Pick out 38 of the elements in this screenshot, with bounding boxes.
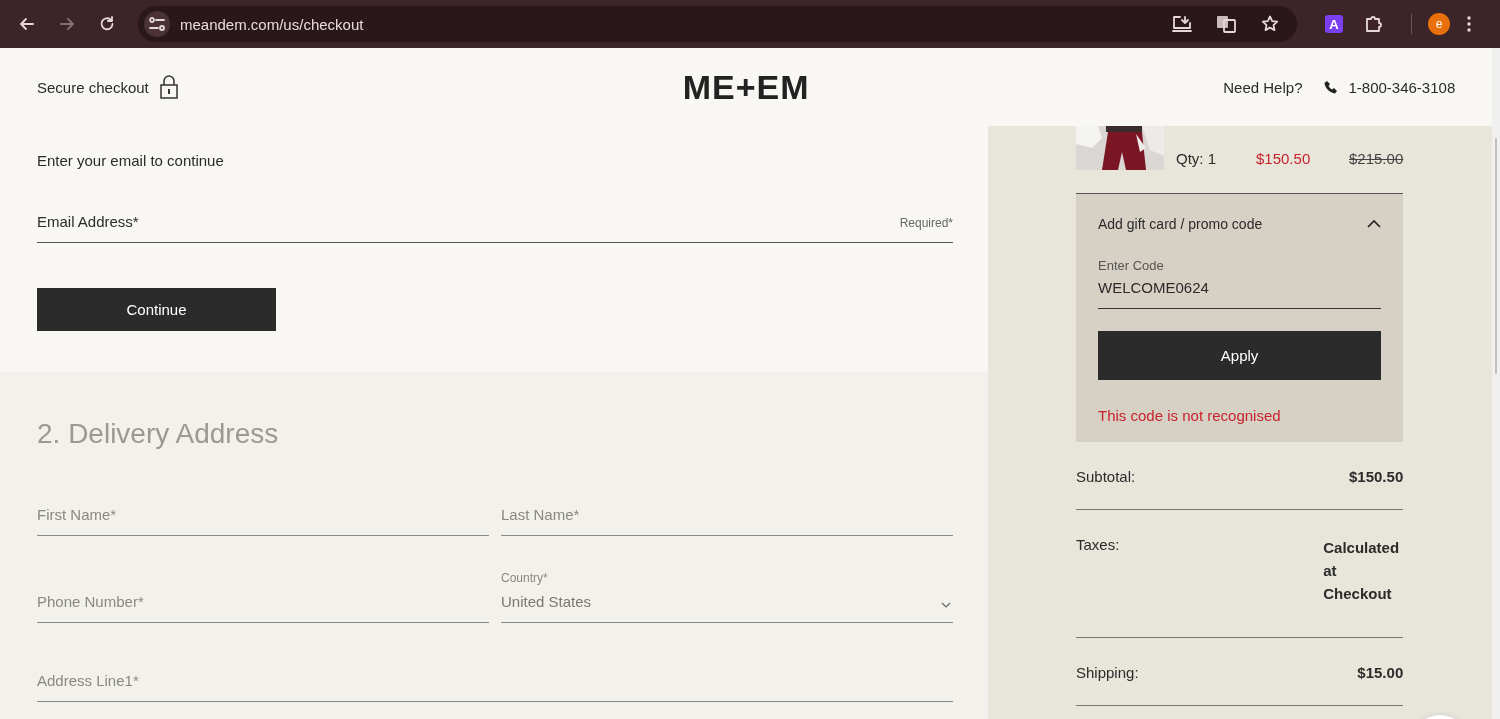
total-label: Subtotal: bbox=[1076, 468, 1136, 485]
chevron-down-icon bbox=[941, 602, 951, 608]
padlock-icon bbox=[158, 75, 179, 99]
scrollbar[interactable] bbox=[1492, 48, 1500, 719]
email-prompt: Enter your email to continue bbox=[37, 152, 225, 169]
total-label: Shipping: bbox=[1076, 664, 1139, 681]
logo[interactable]: ME+EM bbox=[682, 67, 810, 107]
total-label: Taxes: bbox=[1076, 536, 1120, 555]
total-value: $150.50 bbox=[1348, 468, 1404, 485]
install-icon[interactable] bbox=[1172, 15, 1192, 33]
continue-button[interactable]: Continue bbox=[37, 288, 276, 331]
country-dropdown[interactable]: Country* United States bbox=[501, 571, 953, 623]
site-settings-icon[interactable] bbox=[149, 17, 165, 31]
star-icon[interactable] bbox=[1261, 15, 1279, 33]
forward-icon[interactable] bbox=[58, 15, 76, 33]
reload-icon[interactable] bbox=[98, 15, 116, 33]
section-heading: 2. Delivery Address bbox=[37, 418, 280, 450]
back-icon[interactable] bbox=[18, 15, 36, 33]
email-field[interactable]: Email Address* Required* bbox=[37, 213, 953, 243]
total-value: Calculated at Checkout bbox=[1323, 538, 1401, 604]
error-message: This code is not recognised bbox=[1098, 407, 1282, 424]
apply-button[interactable]: Apply bbox=[1098, 331, 1382, 380]
menu-icon[interactable] bbox=[1466, 15, 1472, 33]
promo-toggle[interactable]: Add gift card / promo code bbox=[1098, 216, 1263, 232]
phone-number[interactable]: 1-800-346-3108 bbox=[1348, 78, 1456, 96]
original-price: $215.00 bbox=[1349, 150, 1404, 169]
phone-icon bbox=[1324, 80, 1339, 94]
help-link[interactable]: Need Help? bbox=[1223, 78, 1303, 96]
chevron-up-icon[interactable] bbox=[1367, 219, 1382, 229]
quantity-label: Qty: 1 bbox=[1176, 150, 1217, 169]
puzzle-icon[interactable] bbox=[1364, 14, 1384, 34]
extension-icon[interactable]: A bbox=[1325, 15, 1343, 33]
translate-icon[interactable] bbox=[1216, 14, 1236, 34]
total-value: $15.00 bbox=[1356, 664, 1404, 681]
sale-price: $150.50 bbox=[1256, 150, 1312, 169]
secure-checkout-label: Secure checkout bbox=[37, 78, 149, 96]
code-field[interactable]: Enter Code WELCOME0624 bbox=[1098, 258, 1382, 309]
scrollbar-thumb[interactable] bbox=[1495, 138, 1497, 374]
